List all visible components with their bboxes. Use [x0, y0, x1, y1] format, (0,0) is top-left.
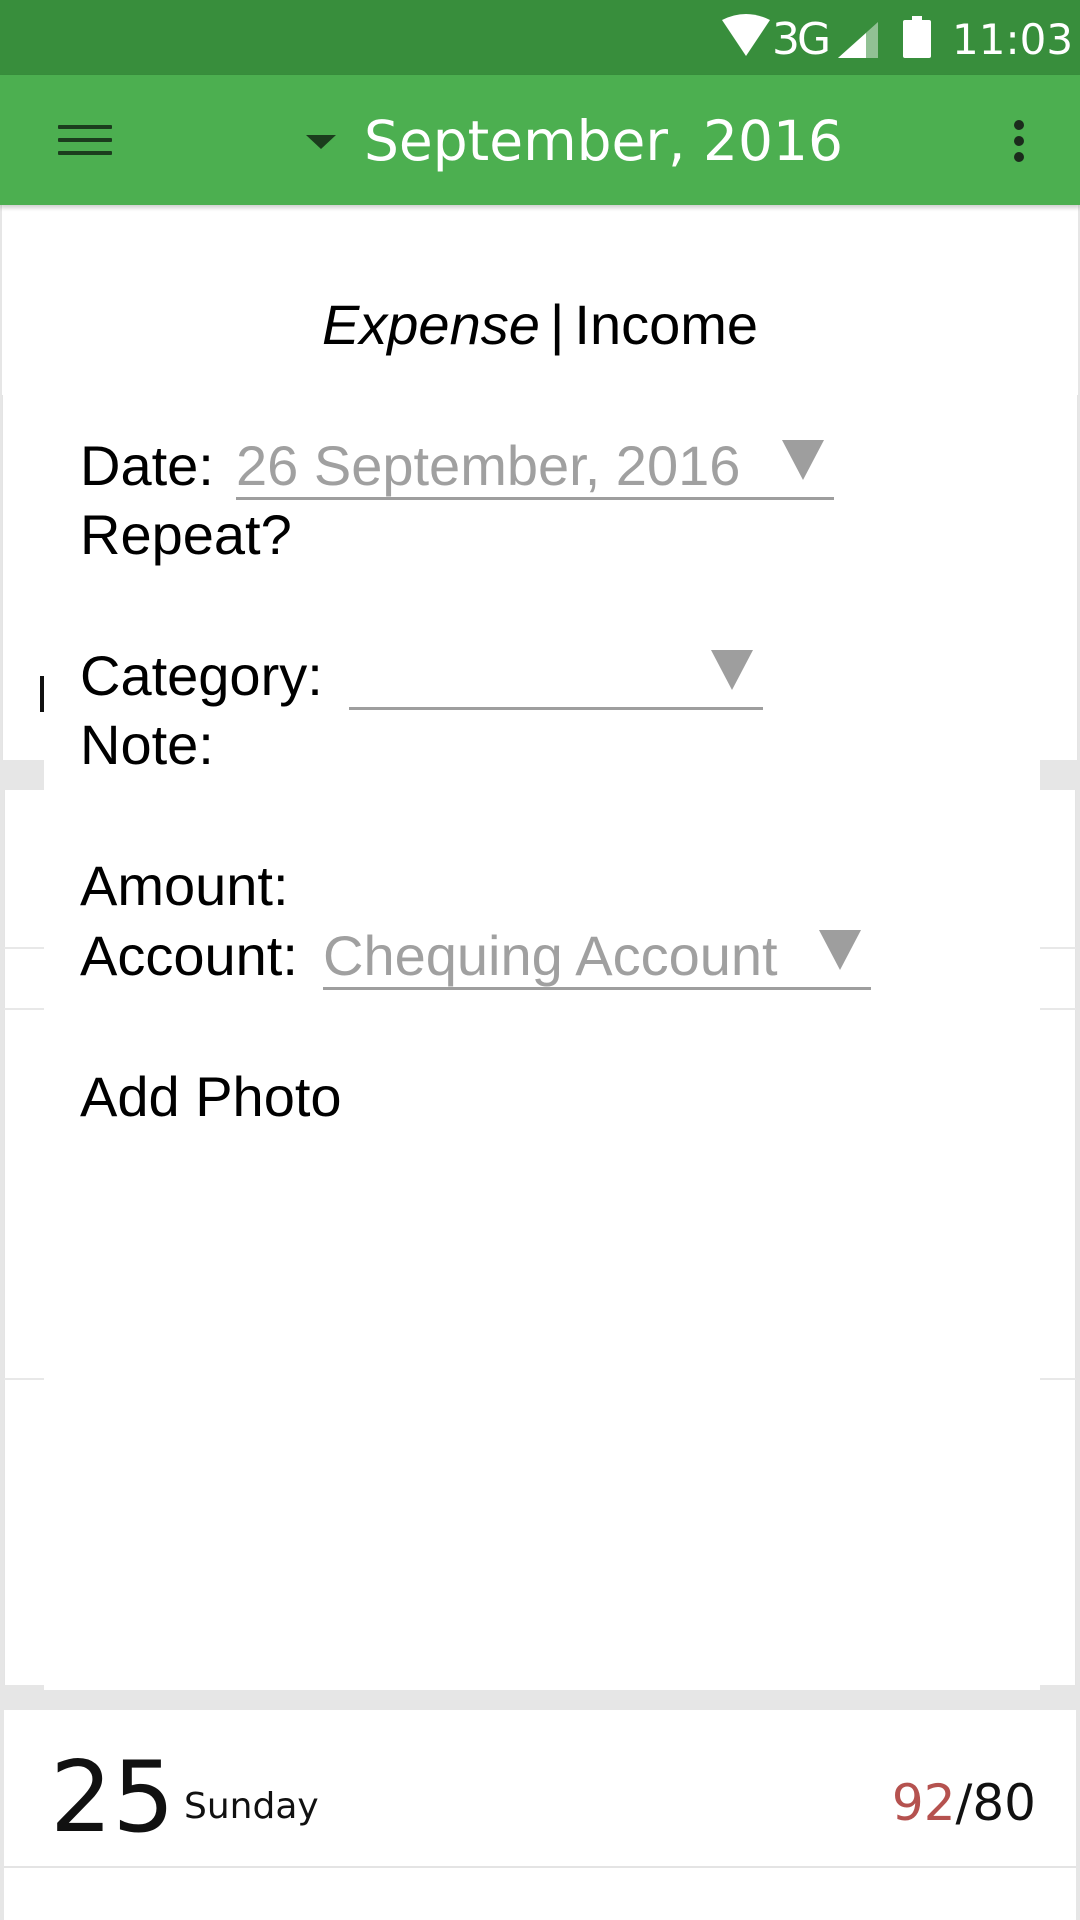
transaction-type-toggle: Expense | Income [0, 290, 1080, 360]
dropdown-arrow-icon [819, 930, 861, 970]
category-spinner[interactable] [349, 638, 763, 710]
day-budget: 80 [972, 1774, 1036, 1832]
wifi-icon [722, 14, 770, 56]
account-spinner[interactable]: Chequing Account [323, 918, 871, 990]
date-value: 26 September, 2016 [236, 434, 741, 497]
caret-down-icon [306, 135, 336, 149]
month-title: September, 2016 [364, 109, 843, 173]
totals-separator: / [955, 1774, 973, 1832]
day-row[interactable]: 25 Sunday 92/80 [4, 1710, 1076, 1920]
app-bar: September, 2016 [0, 75, 1080, 205]
account-value: Chequing Account [323, 924, 778, 987]
add-photo-button[interactable]: Add Photo [80, 1064, 342, 1130]
day-number: 25 [50, 1741, 175, 1855]
signal-icon [838, 22, 878, 58]
date-spinner[interactable]: 26 September, 2016 [236, 428, 834, 500]
income-option[interactable]: Income [574, 293, 758, 356]
day-totals: 92/80 [892, 1768, 1036, 1838]
battery-icon [903, 16, 931, 58]
dropdown-arrow-icon [782, 440, 824, 480]
add-transaction-dialog [44, 390, 1040, 1690]
hamburger-menu-icon[interactable] [40, 105, 130, 175]
note-label[interactable]: Note: [80, 712, 214, 778]
more-vert-icon[interactable] [990, 105, 1046, 175]
dropdown-arrow-icon [711, 650, 753, 690]
day-name: Sunday [184, 1786, 319, 1827]
amount-label[interactable]: Amount: [80, 853, 289, 919]
month-picker[interactable]: September, 2016 [306, 99, 843, 183]
status-bar: 3G 11:03 [0, 0, 1080, 75]
type-separator: | [549, 293, 565, 356]
date-label: Date: [80, 434, 214, 497]
row-divider [4, 1866, 1076, 1868]
repeat-toggle[interactable]: Repeat? [80, 502, 292, 568]
category-label: Category: [80, 644, 323, 707]
account-label: Account: [80, 924, 298, 987]
day-spent: 92 [891, 1774, 956, 1832]
clock: 11:03 [952, 15, 1074, 64]
network-type: 3G [772, 14, 831, 65]
expense-option[interactable]: Expense [322, 293, 540, 356]
